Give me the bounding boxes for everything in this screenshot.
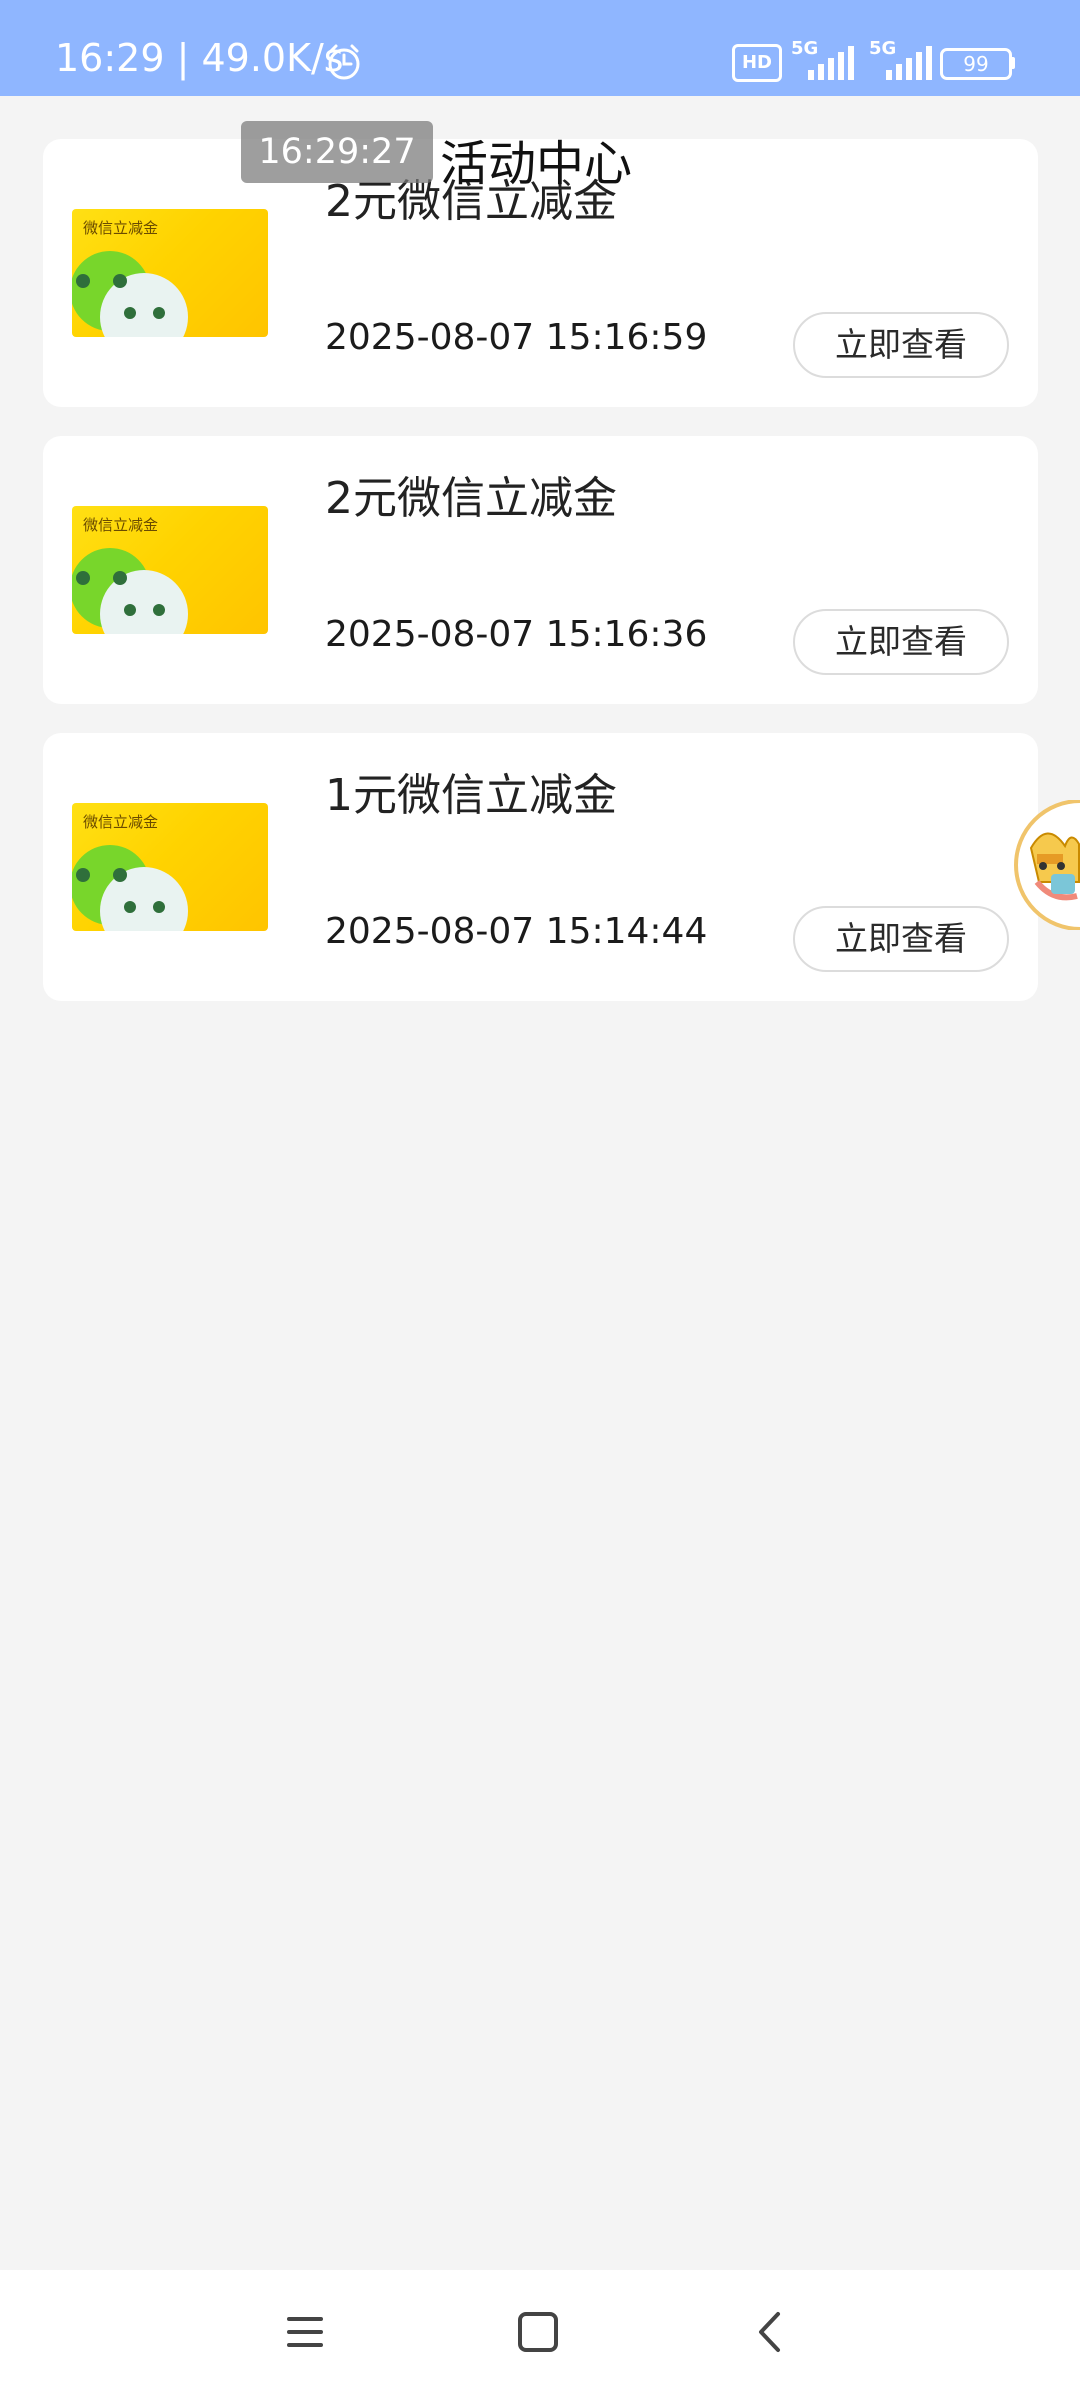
page-title: 活动中心 [440, 136, 633, 192]
status-bar: 16:29 | 49.0K/s HD 5G 5G 99 [0, 0, 1080, 96]
reward-title: 1元微信立减金 [325, 770, 617, 821]
system-navigation-bar [0, 2270, 1080, 2400]
reward-card[interactable]: 微信立减金 1元微信立减金 2025-08-07 15:14:44 立即查看 [43, 733, 1038, 1001]
signal-icon-2 [884, 46, 940, 84]
battery-icon: 99 [940, 48, 1012, 80]
reward-time: 2025-08-07 15:16:36 [325, 614, 708, 655]
thumbnail-label: 微信立减金 [83, 219, 159, 237]
thumbnail-label: 微信立减金 [83, 516, 159, 534]
status-time-speed: 16:29 | 49.0K/s [55, 36, 344, 80]
reward-thumbnail: 微信立减金 [72, 803, 268, 931]
view-now-button[interactable]: 立即查看 [793, 609, 1009, 675]
battery-level: 99 [963, 52, 989, 76]
hd-badge: HD [732, 44, 782, 82]
reward-time: 2025-08-07 15:16:59 [325, 317, 708, 358]
floating-mascot-button[interactable] [1013, 800, 1080, 930]
view-now-button[interactable]: 立即查看 [793, 906, 1009, 972]
thumbnail-label: 微信立减金 [83, 813, 159, 831]
reward-thumbnail: 微信立减金 [72, 209, 268, 337]
signal-icon [806, 46, 862, 84]
back-icon[interactable] [747, 2308, 795, 2360]
menu-icon[interactable] [281, 2308, 329, 2360]
reward-time: 2025-08-07 15:14:44 [325, 911, 708, 952]
view-now-button[interactable]: 立即查看 [793, 312, 1009, 378]
home-icon[interactable] [514, 2308, 562, 2360]
reward-card[interactable]: 微信立减金 2元微信立减金 2025-08-07 15:16:36 立即查看 [43, 436, 1038, 704]
reward-title: 2元微信立减金 [325, 473, 617, 524]
alarm-icon [324, 43, 364, 87]
battery-tip [1011, 57, 1015, 69]
reward-thumbnail: 微信立减金 [72, 506, 268, 634]
time-overlay: 16:29:27 [241, 121, 433, 183]
